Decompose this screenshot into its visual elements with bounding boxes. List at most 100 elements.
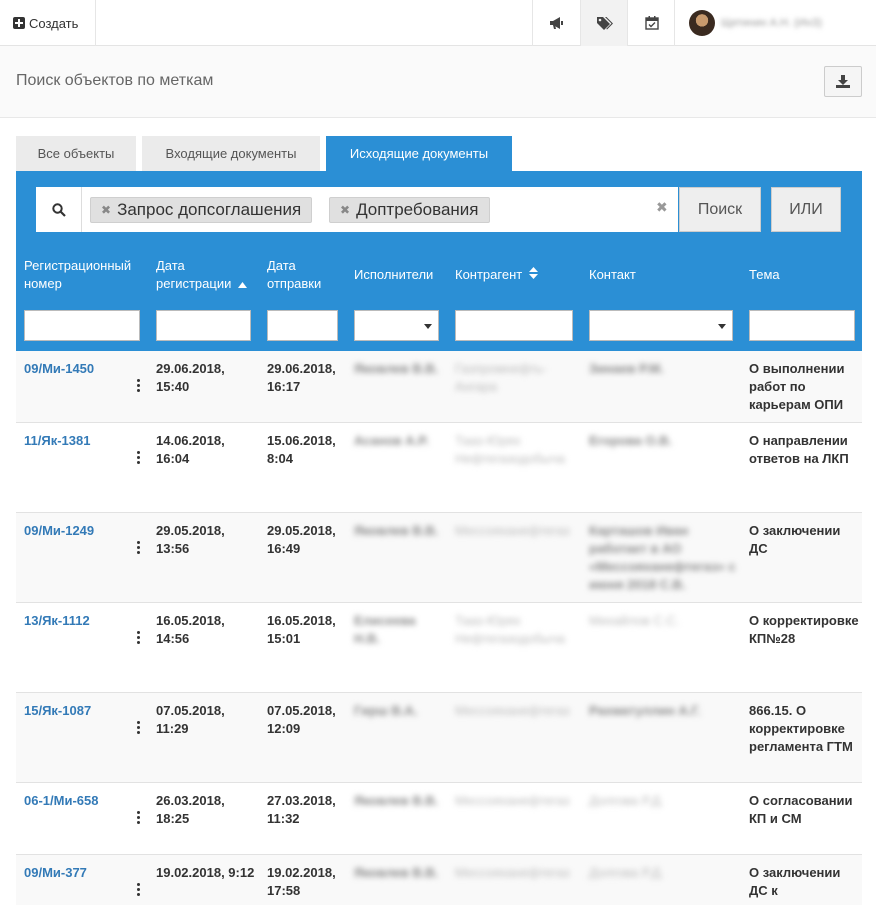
tags-input[interactable]: ✖ Запрос допсоглашения ✖ Доптребования ✖ bbox=[82, 187, 678, 232]
cell-subject: О заключении ДС bbox=[749, 523, 841, 556]
column-header-subject[interactable]: Тема bbox=[749, 266, 849, 284]
table-row[interactable]: 13/Як-1112 16.05.2018, 14:56 16.05.2018, 1… bbox=[16, 603, 862, 693]
column-header-counterparty[interactable]: Контрагент bbox=[455, 266, 575, 284]
cell-counterparty: Мессояханефтегаз bbox=[455, 793, 570, 808]
table-row[interactable]: 09/Ми-377 19.02.2018, 9:12 19.02.2018, 17:… bbox=[16, 855, 862, 905]
plus-square-icon bbox=[13, 17, 25, 29]
column-label: Тема bbox=[749, 267, 780, 282]
page-title: Поиск объектов по меткам bbox=[16, 72, 214, 89]
create-button[interactable]: Создать bbox=[0, 0, 96, 46]
cell-reg-number[interactable]: 06-1/Ми-658 bbox=[24, 792, 134, 810]
create-label: Создать bbox=[29, 15, 79, 31]
search-button[interactable]: Поиск bbox=[679, 187, 761, 232]
tab-all-objects[interactable]: Все объекты bbox=[16, 136, 136, 171]
tab-label: Исходящие документы bbox=[349, 146, 489, 161]
cell-send-date: 16.05.2018, 15:01 bbox=[267, 613, 336, 646]
row-menu-icon[interactable] bbox=[137, 379, 141, 393]
cell-counterparty: Мессояханефтегаз bbox=[455, 865, 570, 880]
search-panel: ✖ Запрос допсоглашения ✖ Доптребования ✖… bbox=[16, 171, 862, 351]
page-header: Поиск объектов по меткам bbox=[0, 46, 876, 118]
cell-subject: О согласовании КП и СМ bbox=[749, 793, 853, 826]
tag-chip: ✖ Доптребования bbox=[329, 197, 490, 223]
column-header-reg-number[interactable]: Регистрационный номер bbox=[24, 257, 144, 293]
cell-send-date: 29.05.2018, 16:49 bbox=[267, 523, 336, 556]
filter-subject-input[interactable] bbox=[749, 310, 855, 341]
cell-executor: Яковлев В.В. bbox=[354, 793, 439, 808]
or-button[interactable]: ИЛИ bbox=[771, 187, 841, 232]
top-bar: Создать Щетинин А.Н. (ИнЗ) bbox=[0, 0, 876, 46]
cell-reg-number[interactable]: 09/Ми-377 bbox=[24, 864, 134, 882]
cell-executor: Гирш В.А. bbox=[354, 703, 418, 718]
tab-outgoing-documents[interactable]: Исходящие документы bbox=[326, 136, 512, 171]
filter-reg-date-input[interactable] bbox=[156, 310, 251, 341]
tags-icon bbox=[597, 16, 613, 30]
cell-subject: О направлении ответов на ЛКП bbox=[749, 433, 849, 466]
search-icon-box bbox=[36, 187, 82, 232]
cell-subject: О выполнении работ по карьерам ОПИ bbox=[749, 361, 845, 412]
cell-contact: Долгова Р.Д. bbox=[589, 793, 665, 808]
table-row[interactable]: 09/Ми-1450 29.06.2018, 15:40 29.06.2018, 1… bbox=[16, 351, 862, 423]
column-header-send-date[interactable]: Дата отправки bbox=[267, 257, 337, 293]
cell-counterparty: Газпромнефть-Ангара bbox=[455, 361, 547, 394]
column-header-reg-date[interactable]: Дата регистрации bbox=[156, 257, 256, 293]
cell-reg-date: 29.06.2018, 15:40 bbox=[156, 361, 225, 394]
calendar-check-icon bbox=[644, 16, 659, 30]
tags-button[interactable] bbox=[580, 0, 628, 46]
cell-reg-number[interactable]: 15/Як-1087 bbox=[24, 702, 134, 720]
cell-counterparty: Тааз-Юрях Нефтегазодобыча bbox=[455, 613, 565, 646]
column-label: Контрагент bbox=[455, 267, 523, 282]
cell-executor: Яковлев В.В. bbox=[354, 361, 439, 376]
cell-reg-number[interactable]: 11/Як-1381 bbox=[24, 432, 134, 450]
cell-reg-date: 29.05.2018, 13:56 bbox=[156, 523, 225, 556]
cell-executor: Елисеева Н.В. bbox=[354, 613, 416, 646]
cell-contact: Егорова О.В. bbox=[589, 433, 673, 448]
sort-both-icon bbox=[528, 267, 538, 279]
cell-reg-number[interactable]: 09/Ми-1450 bbox=[24, 360, 134, 378]
cell-send-date: 19.02.2018, 17:58 bbox=[267, 865, 336, 898]
row-menu-icon[interactable] bbox=[137, 721, 141, 735]
cell-reg-date: 14.06.2018, 16:04 bbox=[156, 433, 225, 466]
row-menu-icon[interactable] bbox=[137, 541, 141, 555]
column-label: Дата отправки bbox=[267, 258, 322, 291]
tag-label: Доптребования bbox=[356, 200, 479, 219]
column-label: Исполнители bbox=[354, 267, 434, 282]
sort-asc-icon bbox=[237, 282, 247, 288]
cell-subject: О корректировке КП№28 bbox=[749, 613, 859, 646]
notifications-button[interactable] bbox=[532, 0, 580, 46]
row-menu-icon[interactable] bbox=[137, 811, 141, 825]
cell-reg-number[interactable]: 13/Як-1112 bbox=[24, 612, 134, 630]
row-menu-icon[interactable] bbox=[137, 631, 141, 645]
filter-counterparty-input[interactable] bbox=[455, 310, 573, 341]
cell-reg-date: 19.02.2018, 9:12 bbox=[156, 865, 255, 880]
clear-tags-icon[interactable]: ✖ bbox=[656, 199, 668, 216]
avatar bbox=[689, 10, 715, 36]
cell-send-date: 27.03.2018, 11:32 bbox=[267, 793, 336, 826]
cell-contact: Зинаев Р.М. bbox=[589, 361, 664, 376]
cell-counterparty: Тааз-Юрях Нефтегазодобыча bbox=[455, 433, 565, 466]
row-menu-icon[interactable] bbox=[137, 883, 141, 897]
column-header-executors[interactable]: Исполнители bbox=[354, 266, 449, 284]
megaphone-icon bbox=[549, 17, 563, 29]
download-button[interactable] bbox=[824, 66, 862, 97]
cell-subject: О заключении ДС к bbox=[749, 865, 841, 898]
filter-send-date-input[interactable] bbox=[267, 310, 338, 341]
table-row[interactable]: 15/Як-1087 07.05.2018, 11:29 07.05.2018, 1… bbox=[16, 693, 862, 783]
filter-contact-select[interactable] bbox=[589, 310, 733, 341]
calendar-button[interactable] bbox=[627, 0, 675, 46]
cell-subject: 866.15. О корректировке регламента ГТМ bbox=[749, 703, 853, 754]
tab-incoming-documents[interactable]: Входящие документы bbox=[142, 136, 320, 171]
remove-tag-icon[interactable]: ✖ bbox=[340, 203, 350, 217]
row-menu-icon[interactable] bbox=[137, 451, 141, 465]
table-row[interactable]: 06-1/Ми-658 26.03.2018, 18:25 27.03.2018, … bbox=[16, 783, 862, 855]
cell-reg-number[interactable]: 09/Ми-1249 bbox=[24, 522, 134, 540]
cell-contact: Михайлов С.С. bbox=[589, 613, 680, 628]
filter-executors-select[interactable] bbox=[354, 310, 439, 341]
tab-label: Входящие документы bbox=[165, 146, 297, 161]
filter-reg-number-input[interactable] bbox=[24, 310, 140, 341]
remove-tag-icon[interactable]: ✖ bbox=[101, 203, 111, 217]
table-row[interactable]: 11/Як-1381 14.06.2018, 16:04 15.06.2018, 8… bbox=[16, 423, 862, 513]
column-header-contact[interactable]: Контакт bbox=[589, 266, 689, 284]
user-menu[interactable]: Щетинин А.Н. (ИнЗ) bbox=[674, 0, 876, 46]
table-row[interactable]: 09/Ми-1249 29.05.2018, 13:56 29.05.2018, 1… bbox=[16, 513, 862, 603]
tab-label: Все объекты bbox=[37, 146, 115, 161]
